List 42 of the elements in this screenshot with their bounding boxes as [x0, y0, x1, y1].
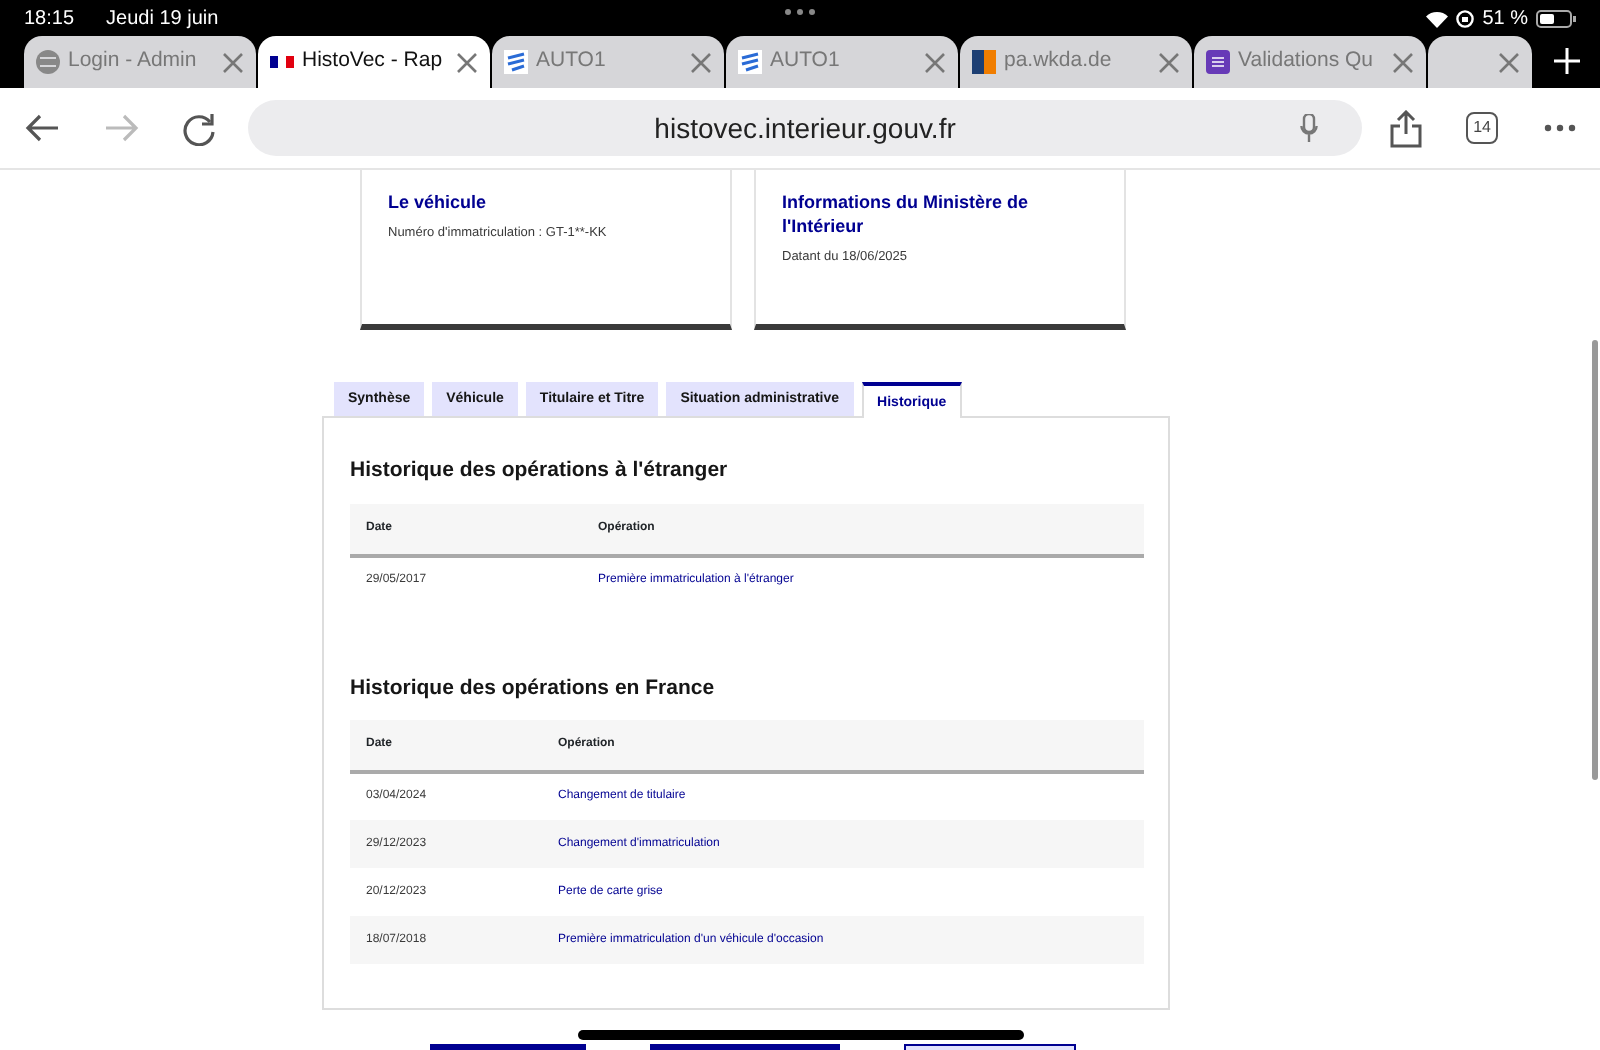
tab-title: Validations Qu: [1238, 46, 1376, 77]
close-icon[interactable]: [1392, 51, 1414, 73]
tab-title: pa.wkda.de: [1004, 46, 1114, 77]
browser-tab[interactable]: HistoVec - Rap: [258, 36, 490, 88]
status-date: Jeudi 19 juin: [106, 5, 219, 33]
tab-title: Login - Admin: [68, 46, 199, 77]
tab-title: HistoVec - Rap: [302, 46, 445, 77]
close-icon[interactable]: [456, 51, 478, 73]
back-icon[interactable]: [24, 114, 60, 142]
wifi-icon: [1426, 9, 1449, 27]
microphone-icon[interactable]: [1300, 113, 1319, 143]
site-icon: [504, 50, 528, 74]
flag-icon: [270, 50, 294, 74]
close-icon[interactable]: [924, 51, 946, 73]
section-heading: Historique des opérations en France: [350, 675, 717, 701]
site-icon: [972, 50, 996, 74]
url-text: histovec.interieur.gouv.fr: [654, 109, 956, 148]
rotation-lock-icon: [1456, 9, 1475, 27]
browser-tab[interactable]: [1428, 36, 1532, 88]
site-icon: [738, 50, 762, 74]
close-icon[interactable]: [1158, 51, 1180, 73]
address-bar[interactable]: histovec.interieur.gouv.fr: [248, 100, 1363, 156]
close-icon[interactable]: [222, 51, 244, 73]
reload-icon[interactable]: [182, 111, 216, 145]
close-icon[interactable]: [690, 51, 712, 73]
battery-icon: [1536, 9, 1576, 27]
section-heading: Historique des opérations à l'étranger: [350, 458, 730, 484]
scrollbar[interactable]: [1592, 340, 1598, 780]
battery-percentage: 51 %: [1482, 5, 1528, 33]
card-title[interactable]: Le véhicule: [388, 190, 704, 214]
tab-title: AUTO1: [770, 46, 842, 77]
new-tab-icon[interactable]: [1554, 48, 1580, 74]
tab-title: AUTO1: [536, 46, 608, 77]
tab-count-button[interactable]: 14: [1466, 112, 1498, 144]
share-icon[interactable]: [1390, 109, 1423, 147]
card-title[interactable]: Informations du Ministère de l'Intérieur: [782, 190, 1098, 238]
globe-icon: [36, 50, 60, 74]
form-icon: [1206, 50, 1230, 74]
dots-icon: [784, 8, 816, 16]
close-icon[interactable]: [1498, 51, 1520, 73]
status-time: 18:15: [24, 5, 75, 33]
more-icon[interactable]: [1544, 124, 1576, 132]
